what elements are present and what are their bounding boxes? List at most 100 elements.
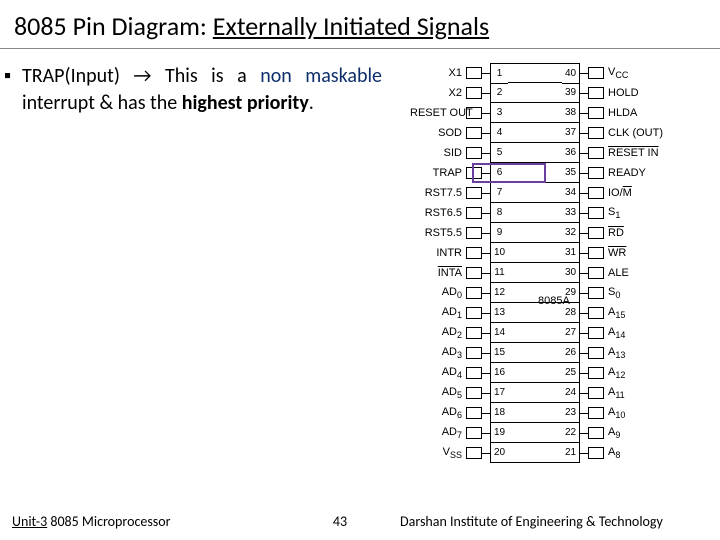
pin-number-right: 37 (562, 123, 580, 143)
pin-wire (482, 313, 490, 314)
pin-wire (482, 453, 490, 454)
pin-wire (580, 273, 588, 274)
pin-number-right: 27 (562, 323, 580, 343)
pin-number-right: 33 (562, 203, 580, 223)
pin-label-right: HLDA (604, 107, 666, 119)
pin-box-left (466, 347, 482, 359)
pin-number-left: 3 (490, 103, 508, 123)
pin-label-left: AD3 (410, 346, 466, 360)
pin-label-left: INTR (410, 247, 466, 259)
pin-label-left: TRAP (410, 167, 466, 179)
pin-wire (482, 213, 490, 214)
title-pre: 8085 Pin Diagram: (14, 10, 213, 42)
pin-wire (482, 353, 490, 354)
pin-number-right: 26 (562, 343, 580, 363)
pin-row: TRAP635READY (410, 163, 710, 183)
bullet-lead: TRAP(Input) (22, 64, 133, 88)
pin-box-left (466, 447, 482, 459)
pin-number-left: 1 (490, 63, 508, 84)
pin-label-right: A13 (604, 346, 666, 360)
pin-row: AD51724A11 (410, 383, 710, 403)
pin-label-left: SID (410, 147, 466, 159)
pin-box-left (466, 167, 482, 179)
pin-label-right: RD (604, 227, 666, 239)
pin-label-left: RST6.5 (410, 207, 466, 219)
pin-box-right (588, 347, 604, 359)
pin-label-right: A11 (604, 386, 666, 400)
title-underlined: Externally Initiated Signals (213, 10, 489, 42)
arrow-icon: → (133, 64, 151, 88)
pin-box-right (588, 147, 604, 159)
diagram-column: X1140VCCX2239HOLDRESET OUT338HLDASOD437C… (382, 63, 710, 463)
footer-subject: 8085 Microprocessor (47, 513, 170, 530)
pin-box-left (466, 407, 482, 419)
pin-number-left: 18 (490, 403, 508, 423)
pin-box-left (466, 127, 482, 139)
chip-label: 8085A (538, 295, 570, 307)
chip-body (508, 223, 562, 243)
footer-right: Darshan Institute of Engineering & Techn… (380, 513, 720, 530)
pin-box-left (466, 427, 482, 439)
pin-label-left: X2 (410, 87, 466, 99)
pin-row: INTA1130ALE (410, 263, 710, 283)
chip-body (508, 363, 562, 383)
pin-box-left (466, 367, 482, 379)
chip-body (508, 343, 562, 363)
pin-number-left: 16 (490, 363, 508, 383)
pin-row: AD61823A10 (410, 403, 710, 423)
pin-number-right: 35 (562, 163, 580, 183)
pin-box-right (588, 407, 604, 419)
pin-number-right: 39 (562, 83, 580, 103)
pin-row: X2 2 39 HOLD (410, 83, 710, 103)
pin-wire (580, 93, 588, 94)
pin-box-left (466, 387, 482, 399)
pin-number-right: 32 (562, 223, 580, 243)
pin-number-right: 24 (562, 383, 580, 403)
chip-body (508, 263, 562, 283)
footer-left: Unit-3 8085 Microprocessor (0, 513, 300, 530)
pin-wire (482, 193, 490, 194)
pin-box-left (466, 267, 482, 279)
pin-number-left: 17 (490, 383, 508, 403)
pin-box-right (588, 187, 604, 199)
pin-box-left (466, 307, 482, 319)
pin-label-right: HOLD (604, 87, 666, 99)
pin-wire (580, 293, 588, 294)
pin-number-right: 31 (562, 243, 580, 263)
pin-row: SID536RESET IN (410, 143, 710, 163)
pin-number-left: 2 (490, 83, 508, 103)
pin-row: AD31526A13 (410, 343, 710, 363)
pin-box-right (588, 107, 604, 119)
pin-label-right: READY (604, 167, 666, 179)
pin-box-left (466, 187, 482, 199)
pin-label-right: S0 (604, 286, 666, 300)
pin-wire (482, 273, 490, 274)
pin-box-right (588, 447, 604, 459)
chip-body (508, 443, 562, 463)
pin-wire (482, 233, 490, 234)
pin-label-right: A8 (604, 446, 666, 460)
pin-box-right (588, 307, 604, 319)
pin-row: AD71922A9 (410, 423, 710, 443)
pin-label-left: AD4 (410, 366, 466, 380)
pin-label-left: VSS (410, 446, 466, 460)
pin-box-right (588, 267, 604, 279)
pin-number-right: 30 (562, 263, 580, 283)
pin-box-left (466, 247, 482, 259)
pin-row: RST6.5833S1 (410, 203, 710, 223)
pin-box-right (588, 87, 604, 99)
pin-label-left: SOD (410, 127, 466, 139)
bullet-mid1: This is a (152, 64, 261, 88)
pin-wire (580, 113, 588, 114)
pin-label-left: AD2 (410, 326, 466, 340)
pin-label-right: A9 (604, 426, 666, 440)
bullet-end: . (309, 91, 314, 115)
pin-diagram: X1140VCCX2239HOLDRESET OUT338HLDASOD437C… (410, 63, 710, 463)
pin-wire (482, 173, 490, 174)
pin-box-right (588, 167, 604, 179)
chip-body (508, 323, 562, 343)
pin-wire (482, 393, 490, 394)
pin-wire (580, 233, 588, 234)
pin-wire (482, 153, 490, 154)
pin-number-left: 10 (490, 243, 508, 263)
